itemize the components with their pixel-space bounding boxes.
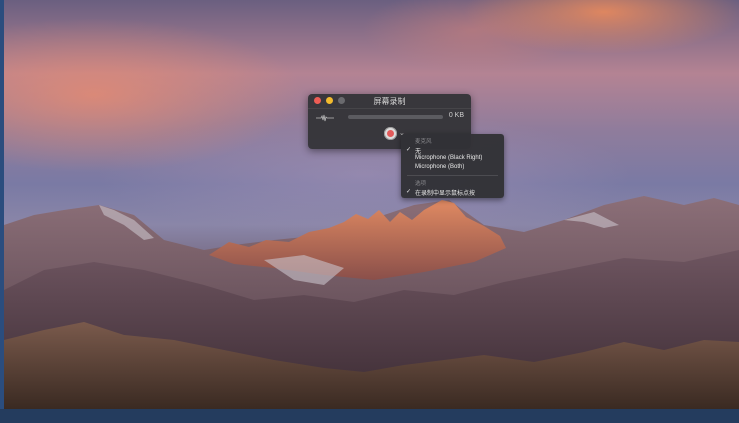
options-section-header: 选项 — [415, 181, 427, 187]
mountain-landscape — [4, 196, 739, 409]
menu-item-microphone-both[interactable]: Microphone (Both) — [415, 164, 464, 170]
menu-item-label: 在录制中显示鼠标点按 — [415, 191, 476, 197]
options-menu: 麦克风 ✓ 无 Microphone (Black Right) Microph… — [401, 134, 504, 198]
menu-item-label: Microphone (Both) — [415, 164, 465, 170]
menu-separator — [407, 175, 498, 176]
checkmark-icon: ✓ — [406, 189, 412, 195]
audio-level-meter — [348, 115, 443, 119]
microphone-section-header: 麦克风 — [415, 139, 432, 145]
checkmark-icon: ✓ — [406, 147, 412, 153]
file-size-label: 0 KB — [448, 112, 464, 119]
audio-wave-icon — [316, 114, 334, 122]
menu-item-show-mouse-clicks[interactable]: ✓ 在录制中显示鼠标点按 — [406, 188, 476, 197]
record-dot-icon — [387, 130, 394, 137]
desktop-wallpaper — [4, 0, 739, 409]
window-title: 屏幕录制 — [373, 97, 406, 106]
record-button[interactable] — [384, 127, 397, 140]
title-bar[interactable]: 屏幕录制 — [308, 94, 471, 109]
menu-item-label: Microphone (Black Right) — [415, 155, 483, 161]
dock-area — [0, 409, 739, 423]
menu-item-microphone-none[interactable]: ✓ 无 — [406, 146, 421, 155]
menu-item-microphone-black-right[interactable]: Microphone (Black Right) — [415, 155, 482, 161]
